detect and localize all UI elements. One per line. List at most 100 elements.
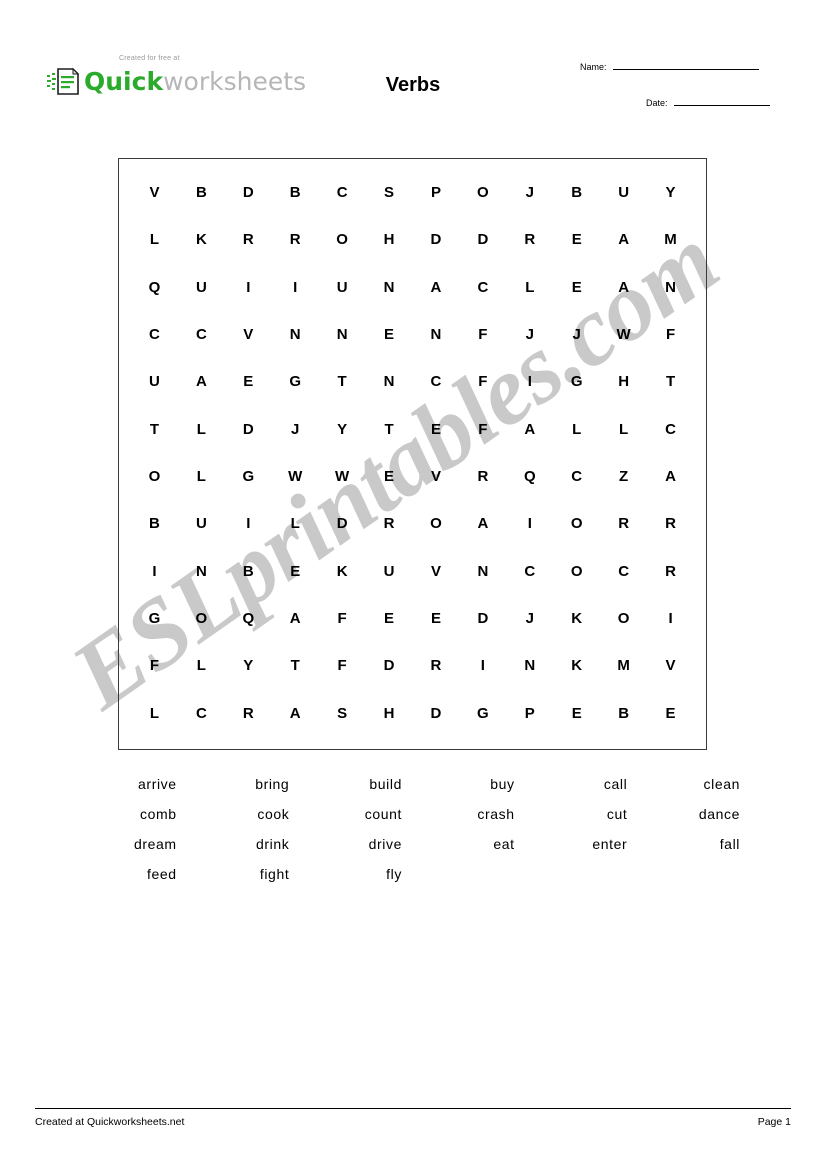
grid-cell[interactable]: E bbox=[413, 406, 460, 453]
grid-cell[interactable]: Q bbox=[131, 264, 178, 311]
grid-cell[interactable]: O bbox=[131, 453, 178, 500]
grid-cell[interactable]: C bbox=[553, 453, 600, 500]
word-list-item[interactable]: fly bbox=[295, 866, 408, 882]
grid-cell[interactable]: E bbox=[366, 595, 413, 642]
grid-cell[interactable]: A bbox=[413, 264, 460, 311]
grid-cell[interactable]: W bbox=[272, 453, 319, 500]
grid-cell[interactable]: Q bbox=[506, 453, 553, 500]
word-list-item[interactable]: fight bbox=[183, 866, 296, 882]
grid-cell[interactable]: R bbox=[225, 690, 272, 737]
grid-cell[interactable]: L bbox=[131, 216, 178, 263]
grid-cell[interactable]: I bbox=[506, 500, 553, 547]
grid-cell[interactable]: U bbox=[178, 500, 225, 547]
grid-cell[interactable]: G bbox=[272, 358, 319, 405]
grid-cell[interactable]: F bbox=[319, 642, 366, 689]
grid-cell[interactable]: A bbox=[506, 406, 553, 453]
grid-cell[interactable]: L bbox=[272, 500, 319, 547]
grid-cell[interactable]: J bbox=[272, 406, 319, 453]
grid-cell[interactable]: O bbox=[413, 500, 460, 547]
grid-cell[interactable]: J bbox=[506, 311, 553, 358]
grid-cell[interactable]: N bbox=[459, 548, 506, 595]
grid-cell[interactable]: Y bbox=[225, 642, 272, 689]
grid-cell[interactable]: E bbox=[553, 264, 600, 311]
grid-cell[interactable]: A bbox=[272, 595, 319, 642]
grid-cell[interactable]: K bbox=[553, 595, 600, 642]
grid-cell[interactable]: C bbox=[506, 548, 553, 595]
grid-cell[interactable]: R bbox=[506, 216, 553, 263]
grid-cell[interactable]: V bbox=[225, 311, 272, 358]
grid-cell[interactable]: D bbox=[413, 690, 460, 737]
grid-cell[interactable]: N bbox=[272, 311, 319, 358]
grid-cell[interactable]: E bbox=[366, 453, 413, 500]
grid-cell[interactable]: E bbox=[272, 548, 319, 595]
grid-cell[interactable]: Y bbox=[319, 406, 366, 453]
grid-cell[interactable]: G bbox=[131, 595, 178, 642]
grid-cell[interactable]: D bbox=[366, 642, 413, 689]
grid-cell[interactable]: N bbox=[506, 642, 553, 689]
grid-cell[interactable]: R bbox=[459, 453, 506, 500]
grid-cell[interactable]: S bbox=[366, 169, 413, 216]
grid-cell[interactable]: O bbox=[178, 595, 225, 642]
grid-cell[interactable]: L bbox=[178, 406, 225, 453]
grid-cell[interactable]: C bbox=[131, 311, 178, 358]
grid-cell[interactable]: G bbox=[553, 358, 600, 405]
grid-cell[interactable]: Z bbox=[600, 453, 647, 500]
grid-cell[interactable]: U bbox=[600, 169, 647, 216]
grid-cell[interactable]: L bbox=[131, 690, 178, 737]
grid-cell[interactable]: E bbox=[553, 216, 600, 263]
grid-cell[interactable]: B bbox=[553, 169, 600, 216]
grid-cell[interactable]: W bbox=[600, 311, 647, 358]
grid-cell[interactable]: C bbox=[600, 548, 647, 595]
grid-cell[interactable]: B bbox=[272, 169, 319, 216]
word-list-item[interactable]: drive bbox=[295, 836, 408, 852]
grid-cell[interactable]: L bbox=[178, 642, 225, 689]
word-list-item[interactable]: cook bbox=[183, 806, 296, 822]
word-list-item[interactable]: feed bbox=[70, 866, 183, 882]
grid-cell[interactable]: K bbox=[319, 548, 366, 595]
grid-cell[interactable]: P bbox=[506, 690, 553, 737]
grid-cell[interactable]: N bbox=[178, 548, 225, 595]
grid-cell[interactable]: S bbox=[319, 690, 366, 737]
grid-cell[interactable]: N bbox=[413, 311, 460, 358]
grid-cell[interactable]: G bbox=[459, 690, 506, 737]
grid-cell[interactable]: A bbox=[178, 358, 225, 405]
grid-cell[interactable]: R bbox=[272, 216, 319, 263]
grid-cell[interactable]: A bbox=[600, 264, 647, 311]
grid-cell[interactable]: T bbox=[319, 358, 366, 405]
grid-cell[interactable]: R bbox=[366, 500, 413, 547]
grid-cell[interactable]: W bbox=[319, 453, 366, 500]
grid-cell[interactable]: A bbox=[647, 453, 694, 500]
grid-cell[interactable]: T bbox=[272, 642, 319, 689]
grid-cell[interactable]: D bbox=[319, 500, 366, 547]
grid-cell[interactable]: C bbox=[178, 311, 225, 358]
grid-cell[interactable]: I bbox=[225, 264, 272, 311]
grid-cell[interactable]: U bbox=[319, 264, 366, 311]
word-list-item[interactable]: comb bbox=[70, 806, 183, 822]
name-field-group[interactable]: Name: bbox=[580, 58, 759, 72]
grid-cell[interactable]: I bbox=[459, 642, 506, 689]
grid-cell[interactable]: K bbox=[553, 642, 600, 689]
word-list-item[interactable]: enter bbox=[521, 836, 634, 852]
grid-cell[interactable]: C bbox=[459, 264, 506, 311]
grid-cell[interactable]: G bbox=[225, 453, 272, 500]
grid-cell[interactable]: C bbox=[413, 358, 460, 405]
grid-cell[interactable]: U bbox=[131, 358, 178, 405]
word-list-item[interactable]: drink bbox=[183, 836, 296, 852]
grid-cell[interactable]: Q bbox=[225, 595, 272, 642]
grid-cell[interactable]: H bbox=[366, 216, 413, 263]
grid-cell[interactable]: T bbox=[647, 358, 694, 405]
grid-cell[interactable]: N bbox=[319, 311, 366, 358]
grid-cell[interactable]: V bbox=[413, 453, 460, 500]
grid-cell[interactable]: A bbox=[459, 500, 506, 547]
grid-cell[interactable]: T bbox=[366, 406, 413, 453]
grid-cell[interactable]: F bbox=[459, 406, 506, 453]
grid-cell[interactable]: J bbox=[553, 311, 600, 358]
word-list-item[interactable]: call bbox=[521, 776, 634, 792]
grid-cell[interactable]: E bbox=[647, 690, 694, 737]
word-list-item[interactable]: dance bbox=[633, 806, 746, 822]
word-list-item[interactable]: dream bbox=[70, 836, 183, 852]
grid-cell[interactable]: R bbox=[647, 548, 694, 595]
word-list-item[interactable]: bring bbox=[183, 776, 296, 792]
grid-cell[interactable]: D bbox=[225, 169, 272, 216]
grid-cell[interactable]: L bbox=[600, 406, 647, 453]
